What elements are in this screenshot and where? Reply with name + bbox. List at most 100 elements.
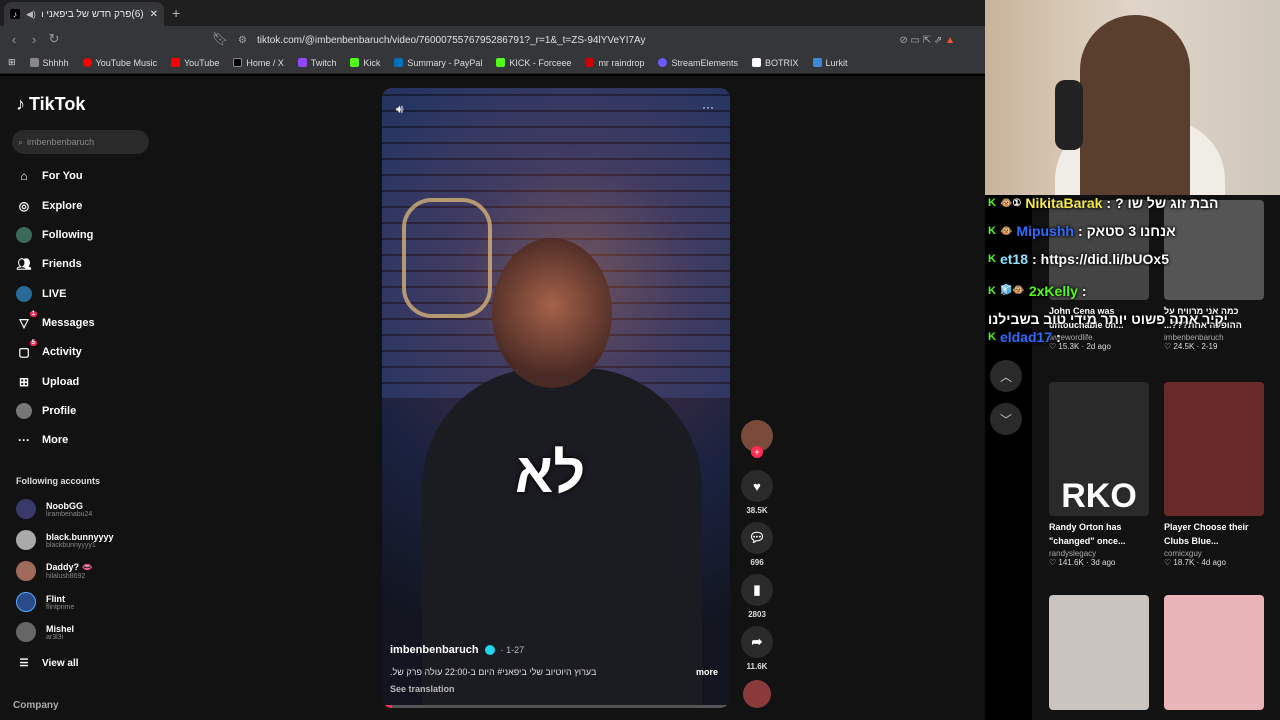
- nav-friends[interactable]: 👥︎ Friends: [16, 253, 166, 275]
- video-person: [422, 368, 702, 708]
- chat-message: K 🐵 Mipushh: אנחנו 3 סטאק: [988, 223, 1176, 239]
- chat-message: K 🐵① NikitaBarak: הבת זוג של שו ?: [988, 195, 1219, 211]
- following-account[interactable]: NoobGG lirambenabu24: [16, 496, 166, 522]
- nav-live[interactable]: LIVE: [16, 283, 166, 305]
- avatar: [16, 499, 36, 519]
- toolbar-extension-icons[interactable]: ⊘ ▭ ⇱ ⇗ ▲: [899, 35, 955, 46]
- share-button[interactable]: ➦ 11.6K: [740, 626, 774, 671]
- following-icon: [16, 227, 32, 243]
- sound-avatar[interactable]: [740, 680, 774, 708]
- nav-profile[interactable]: Profile: [16, 400, 166, 422]
- address-bar[interactable]: ⚙︎ tiktok.com/@imbenbenbaruch/video/7600…: [230, 30, 955, 50]
- nav-upload[interactable]: ⊞ Upload: [16, 371, 166, 393]
- bookmark-icon[interactable]: 🔖︎: [210, 31, 230, 47]
- kick-icon: K: [988, 225, 996, 237]
- bookmark-item[interactable]: KICK - Forceee: [496, 58, 571, 68]
- nav-messages[interactable]: ▽ 1 Messages: [16, 311, 166, 334]
- kick-icon: K: [988, 253, 996, 265]
- bookmark-item[interactable]: mr raindrop: [585, 58, 644, 68]
- chat-message: K 🧊🐵 2xKelly: יקיר אתה פשוט יותר מידי טוב …: [988, 279, 1280, 331]
- tab-active[interactable]: ♪ ◀) (6)פרק חדש של ביפאני הערוץ ✕: [4, 2, 164, 26]
- video-player[interactable]: 🔊︎ ···: [382, 88, 730, 708]
- comment-icon: 💬︎: [741, 522, 773, 554]
- recommended-card[interactable]: RKO Randy Orton has "changed" once... ra…: [1049, 382, 1149, 567]
- bookmark-item[interactable]: Home / X: [233, 58, 284, 68]
- bookmarks-bar: ⊞ Shhhh YouTube Music YouTube Home / X T…: [0, 52, 985, 74]
- bookmark-item[interactable]: Lurkit: [812, 58, 848, 68]
- close-tab-icon[interactable]: ✕: [150, 9, 158, 20]
- recommended-card[interactable]: Player Choose their Clubs Blue... comicx…: [1164, 382, 1264, 567]
- see-translation-link[interactable]: See translation: [390, 684, 455, 694]
- bookmark-item[interactable]: BOTRIX: [751, 58, 799, 68]
- chat-message: K et18: https://did.li/bUOx5: [988, 251, 1169, 267]
- video-author[interactable]: imbenbenbaruch · 1-27: [390, 644, 524, 656]
- site-info-icon[interactable]: ⚙︎: [238, 35, 247, 46]
- avatar: [16, 530, 36, 550]
- heart-icon: ♡: [1164, 557, 1174, 567]
- badge-icons: 🐵: [999, 225, 1013, 237]
- comment-button[interactable]: 💬︎ 696: [740, 522, 774, 567]
- forward-button[interactable]: ›: [24, 32, 44, 47]
- badge-icons: 🧊🐵: [999, 285, 1025, 296]
- home-icon: ⌂: [20, 169, 28, 183]
- previous-video-button[interactable]: ︿: [990, 360, 1022, 392]
- more-button[interactable]: more: [696, 667, 718, 677]
- activity-icon: ▢ 5: [18, 340, 37, 359]
- bookmark-item[interactable]: Summary - PayPal: [394, 58, 482, 68]
- upload-icon: ⊞: [18, 375, 30, 389]
- new-tab-button[interactable]: +: [172, 5, 180, 21]
- kick-icon: K: [988, 285, 996, 297]
- search-icon: ⌕: [18, 136, 24, 147]
- chevron-up-icon: ︿: [999, 369, 1012, 384]
- following-account[interactable]: black.bunnyyyy blackbunnyyyy1: [16, 527, 166, 553]
- search-input[interactable]: ⌕ imbenbenbaruch: [12, 130, 149, 154]
- bookmark-item[interactable]: Kick: [350, 58, 380, 68]
- tiktok-favicon-icon: ♪: [10, 9, 20, 19]
- following-accounts-title: Following accounts: [16, 476, 101, 486]
- like-button[interactable]: ♥ 38.5K: [740, 470, 774, 515]
- bookmark-item[interactable]: YouTube Music: [82, 58, 157, 68]
- badge-icons: 🐵①: [999, 197, 1022, 209]
- tab-bar: ♪ ◀) (6)פרק חדש של ביפאני הערוץ ✕ +: [0, 0, 985, 26]
- reload-button[interactable]: ↻: [44, 31, 64, 47]
- volume-icon[interactable]: 🔊︎: [396, 102, 404, 117]
- streamer: [1080, 15, 1190, 195]
- progress-bar[interactable]: [382, 705, 730, 708]
- bookmark-item[interactable]: StreamElements: [658, 58, 738, 68]
- kick-icon: K: [988, 197, 996, 209]
- speaker-icon[interactable]: ◀): [26, 9, 36, 20]
- follow-plus-icon[interactable]: +: [751, 446, 763, 458]
- nav-for-you[interactable]: ⌂ For You: [16, 165, 166, 187]
- list-icon: ☰: [19, 657, 29, 669]
- company-link[interactable]: Company: [13, 700, 59, 711]
- following-account[interactable]: Flint flintprime: [16, 589, 166, 615]
- avatar: [16, 592, 36, 612]
- heart-icon: ♡: [1049, 557, 1059, 567]
- nav-more[interactable]: ··· More: [16, 429, 166, 451]
- thumbnail: [1049, 595, 1149, 710]
- friends-icon: 👥︎: [16, 257, 32, 271]
- share-icon: ➦: [741, 626, 773, 658]
- more-icon: ···: [18, 433, 30, 447]
- next-video-button[interactable]: ﹀: [990, 403, 1022, 435]
- bookmark-item[interactable]: Twitch: [297, 58, 336, 68]
- nav-explore[interactable]: ◎ Explore: [16, 195, 166, 217]
- following-account[interactable]: Mishel ar3l3i: [16, 619, 166, 645]
- heart-icon: ♥: [741, 470, 773, 502]
- nav-following[interactable]: Following: [16, 224, 166, 246]
- following-account[interactable]: Daddy? 👄 hilalush8692: [16, 558, 166, 584]
- bookmark-item[interactable]: Shhhh: [29, 58, 69, 68]
- bookmark-item[interactable]: YouTube: [170, 58, 219, 68]
- back-button[interactable]: ‹: [4, 32, 24, 47]
- nav-activity[interactable]: ▢ 5 Activity: [16, 340, 166, 363]
- chevron-down-icon: ﹀: [999, 412, 1012, 427]
- recommended-card[interactable]: [1164, 595, 1264, 710]
- apps-icon[interactable]: ⊞: [8, 57, 16, 68]
- chat-message: K eldad17:: [988, 329, 1061, 345]
- tiktok-logo[interactable]: ♪ TikTok: [16, 94, 85, 115]
- save-button[interactable]: ▮ 2803: [740, 574, 774, 619]
- more-options-icon[interactable]: ···: [702, 100, 714, 114]
- creator-avatar[interactable]: +: [740, 420, 774, 458]
- recommended-card[interactable]: [1049, 595, 1149, 710]
- view-all-link[interactable]: ☰ View all: [16, 652, 166, 674]
